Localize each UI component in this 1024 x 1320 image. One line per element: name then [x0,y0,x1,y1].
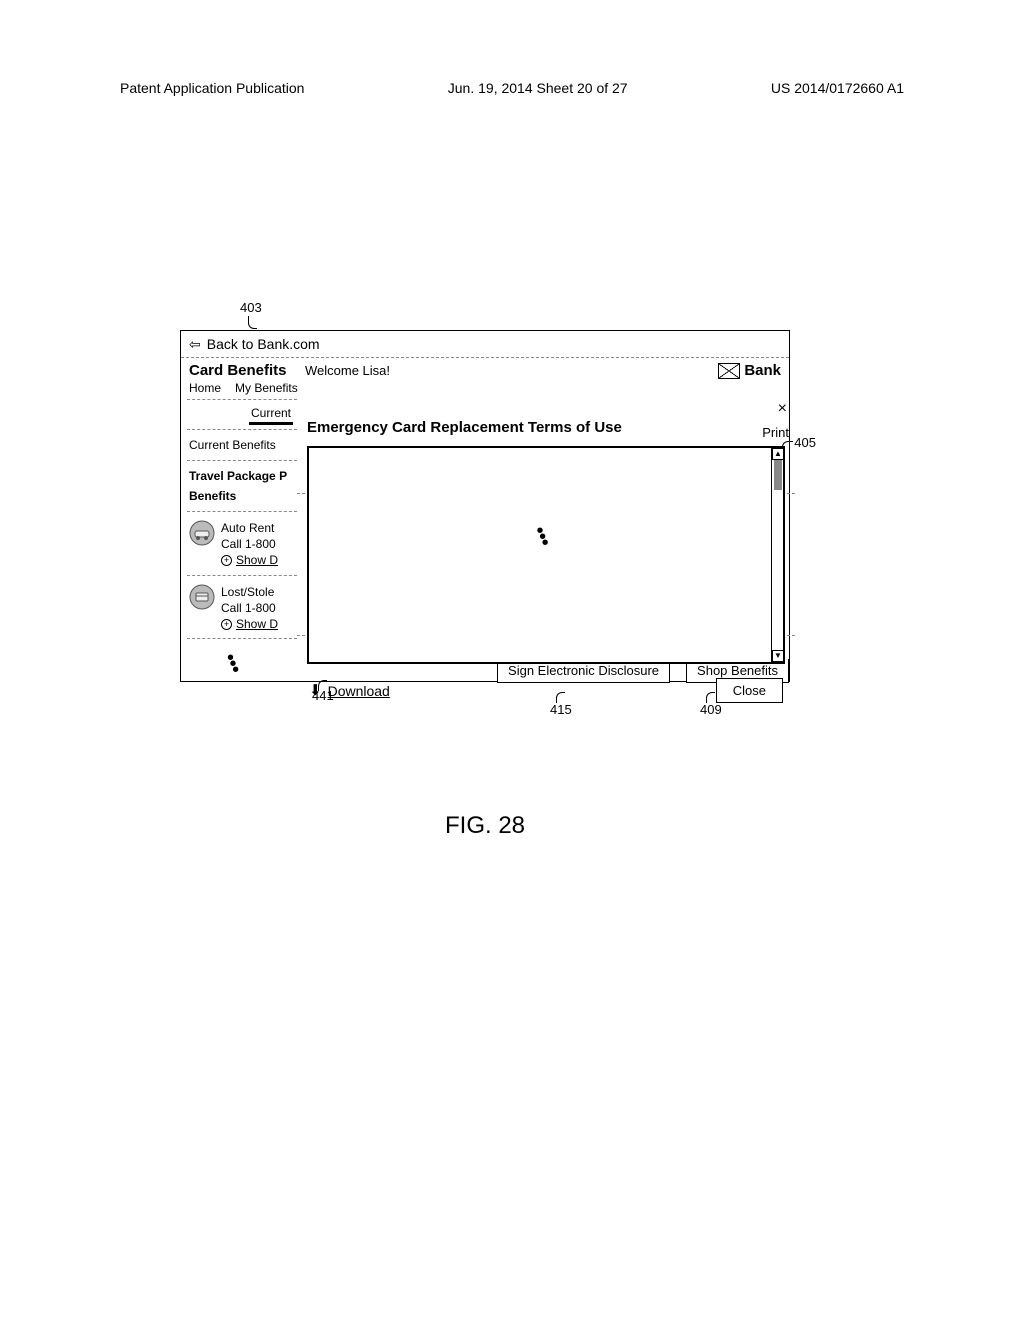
scroll-thumb[interactable] [774,460,782,490]
scroll-up-icon[interactable]: ▲ [772,448,784,460]
download-icon: ⬇ [309,683,322,698]
sidebar-travel-pkg: Travel Package P Benefits [187,461,297,512]
app-window: ⇦ Back to Bank.com Card Benefits Welcome… [180,330,790,682]
show-details-link[interactable]: + Show D [221,616,278,632]
benefit-line2: Call 1-800 [221,536,278,552]
ref-label-405: 405 [794,435,816,450]
current-benefits-label: Current Benefits [189,438,276,452]
ellipsis-icon: • • • [187,639,297,681]
benefit-line2: Call 1-800 [221,600,278,616]
benefit-item-auto-rental: Auto Rent Call 1-800 + Show D [187,512,297,576]
nav-row: Home My Benefits [181,379,789,399]
travel-pkg-label: Travel Package P [189,469,295,483]
show-details-link[interactable]: + Show D [221,552,278,568]
benefit-item-lost-stolen: Lost/Stole Call 1-800 + Show D [187,576,297,640]
show-label: Show D [236,552,278,568]
arrow-left-icon: ⇦ [189,337,201,351]
close-icon[interactable]: × [778,401,787,417]
back-label: Back to Bank.com [207,336,320,352]
plus-icon: + [221,555,232,566]
scroll-down-icon[interactable]: ▼ [772,650,784,662]
figure-caption: FIG. 28 [180,812,790,840]
terms-modal: × Emergency Card Replacement Terms of Us… [297,399,795,717]
nav-my-benefits[interactable]: My Benefits [235,381,298,395]
print-link[interactable]: Print [762,425,789,440]
car-icon [189,520,215,546]
title-row: Card Benefits Welcome Lisa! Bank [181,358,789,379]
benefit-text: Lost/Stole Call 1-800 + Show D [221,584,278,633]
card-lock-icon [189,584,215,610]
show-label: Show D [236,616,278,632]
scrollbar[interactable]: ▲ ▼ [771,448,783,662]
terms-textarea[interactable]: • • • ▲ ▼ [307,446,785,664]
page-title: Card Benefits [189,362,299,379]
main-area: × Emergency Card Replacement Terms of Us… [297,399,789,681]
bank-label: Bank [744,362,781,379]
plus-icon: + [221,619,232,630]
bank-brand: Bank [718,362,781,379]
sidebar-current-benefits: Current Benefits [187,430,297,461]
download-label: Download [328,683,390,699]
tab-strip: Current [187,399,297,430]
modal-title: Emergency Card Replacement Terms of Use [307,405,785,446]
benefits-heading: Benefits [189,489,295,503]
content-row: Current Current Benefits Travel Package … [181,399,789,681]
ellipsis-icon: • • • [537,528,546,546]
header-right: US 2014/0172660 A1 [771,80,904,96]
nav-home[interactable]: Home [189,381,221,395]
close-button[interactable]: Close [716,678,783,703]
figure-wrap: 403 405 ⇦ Back to Bank.com Card Benefits… [180,330,790,840]
benefit-text: Auto Rent Call 1-800 + Show D [221,520,278,569]
bank-logo-icon [718,363,740,379]
tab-current[interactable]: Current [249,406,293,425]
ref-label-403: 403 [240,300,262,315]
benefit-line1: Auto Rent [221,520,278,536]
benefit-line1: Lost/Stole [221,584,278,600]
download-link[interactable]: ⬇ Download [309,683,390,699]
back-link[interactable]: ⇦ Back to Bank.com [181,331,789,358]
modal-footer: ⬇ Download Close [307,672,785,713]
welcome-text: Welcome Lisa! [299,363,718,378]
header-center: Jun. 19, 2014 Sheet 20 of 27 [448,80,628,96]
sidebar: Current Current Benefits Travel Package … [181,399,297,681]
patent-header: Patent Application Publication Jun. 19, … [120,80,904,96]
header-left: Patent Application Publication [120,80,304,96]
